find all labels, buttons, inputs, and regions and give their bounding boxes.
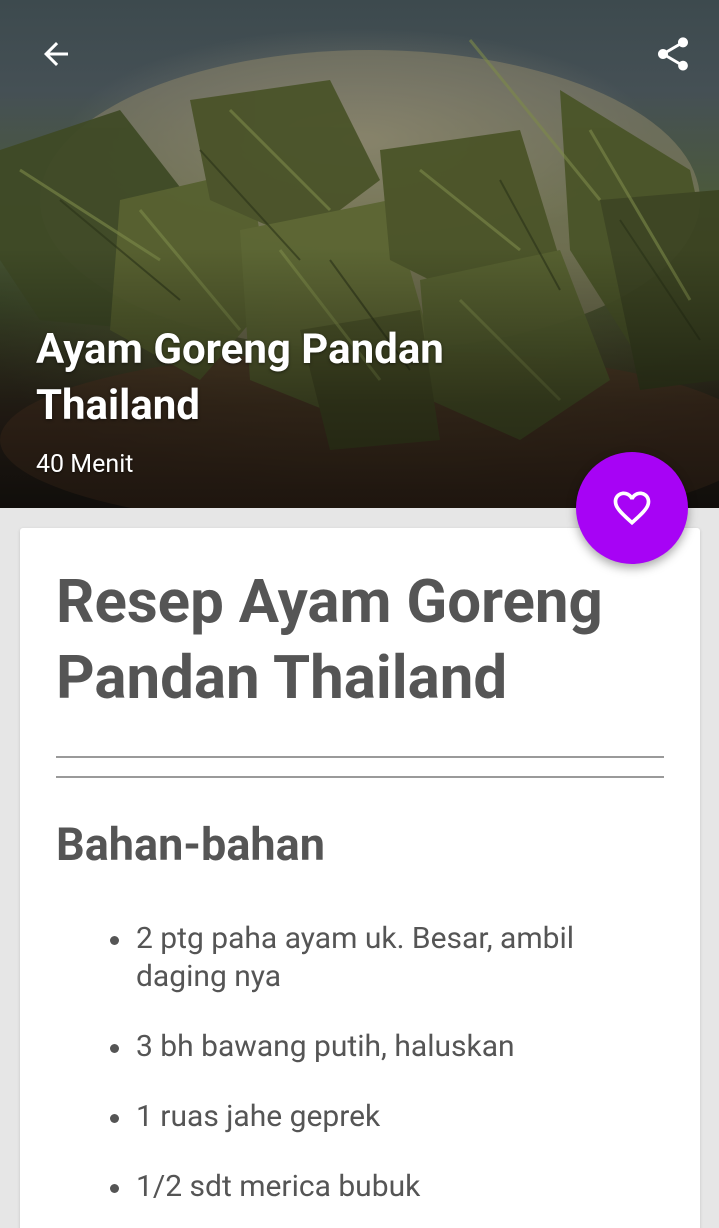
hero-image: Ayam Goreng Pandan Thailand 40 Menit <box>0 0 719 508</box>
divider-bottom <box>56 776 664 778</box>
list-item: 3 bh bawang putih, haluskan <box>110 1028 656 1066</box>
cooking-duration: 40 Menit <box>36 450 134 479</box>
heart-outline-icon <box>613 491 651 526</box>
list-item: 1/2 sdt merica bubuk <box>110 1168 656 1206</box>
arrow-left-icon <box>44 42 68 66</box>
hero-title: Ayam Goreng Pandan Thailand <box>36 325 444 430</box>
ingredients-heading: Bahan-bahan <box>56 818 325 871</box>
back-button[interactable] <box>30 28 82 80</box>
divider-top <box>56 756 664 758</box>
recipe-card: Resep Ayam Goreng Pandan Thailand Bahan-… <box>20 528 700 1228</box>
list-item: 2 ptg paha ayam uk. Besar, ambil daging … <box>110 920 656 996</box>
favorite-button[interactable] <box>576 452 688 564</box>
recipe-title: Resep Ayam Goreng Pandan Thailand <box>56 566 603 713</box>
share-button[interactable] <box>647 28 699 80</box>
ingredients-list: 2 ptg paha ayam uk. Besar, ambil daging … <box>110 920 656 1228</box>
share-icon <box>658 37 688 71</box>
list-item: 1 ruas jahe geprek <box>110 1098 656 1136</box>
